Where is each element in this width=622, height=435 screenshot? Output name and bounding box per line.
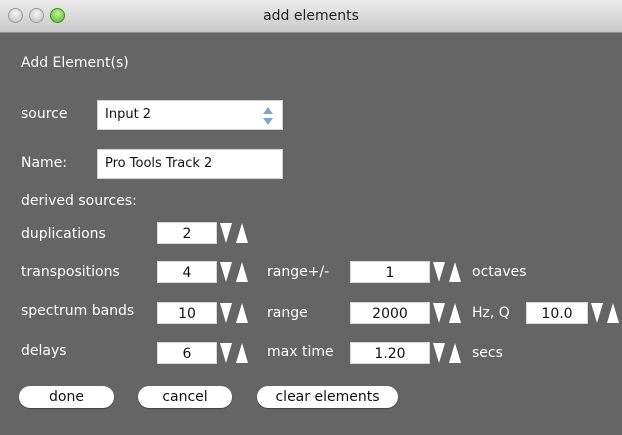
max-time-field[interactable]: 1.20	[350, 342, 430, 364]
duplications-field[interactable]: 2	[157, 222, 217, 244]
clear-elements-button[interactable]: clear elements	[257, 386, 398, 408]
dialog-heading: Add Element(s)	[21, 55, 129, 71]
title-bar[interactable]: add elements	[0, 0, 622, 33]
max-time-label: max time	[267, 344, 334, 360]
duplications-label: duplications	[21, 226, 106, 242]
name-label: Name:	[21, 155, 68, 171]
done-button[interactable]: done	[19, 386, 114, 408]
q-field[interactable]: 10.0	[526, 302, 588, 324]
range-stepper-icon[interactable]	[432, 301, 462, 325]
window-title: add elements	[263, 8, 359, 24]
derived-sources-label: derived sources:	[21, 193, 137, 209]
delays-label: delays	[21, 343, 67, 359]
source-popup-value: Input 2	[105, 107, 152, 122]
transpositions-stepper-icon[interactable]	[219, 260, 249, 284]
dialog-content: Add Element(s) source Input 2 Name: Pro …	[0, 33, 622, 435]
duplications-stepper-icon[interactable]	[219, 221, 249, 245]
octaves-unit-label: octaves	[472, 264, 527, 280]
cancel-button[interactable]: cancel	[138, 386, 232, 408]
range-plusminus-field[interactable]: 1	[350, 261, 430, 283]
spectrum-bands-field[interactable]: 10	[157, 302, 217, 324]
delays-stepper-icon[interactable]	[219, 341, 249, 365]
source-popup[interactable]: Input 2	[97, 100, 283, 130]
popup-arrows-icon	[263, 107, 273, 125]
range-plusminus-stepper-icon[interactable]	[432, 260, 462, 284]
add-elements-window: add elements Add Element(s) source Input…	[0, 0, 622, 435]
spectrum-bands-label: spectrum bands	[21, 303, 135, 319]
transpositions-label: transpositions	[21, 264, 120, 280]
delays-field[interactable]: 6	[157, 342, 217, 364]
name-field[interactable]: Pro Tools Track 2	[97, 149, 283, 179]
q-stepper-icon[interactable]	[590, 301, 620, 325]
transpositions-field[interactable]: 4	[157, 261, 217, 283]
hz-q-unit-label: Hz, Q	[472, 305, 510, 321]
range-field[interactable]: 2000	[350, 302, 430, 324]
max-time-stepper-icon[interactable]	[432, 341, 462, 365]
range-label: range	[267, 305, 308, 321]
secs-unit-label: secs	[472, 345, 503, 361]
spectrum-bands-stepper-icon[interactable]	[219, 301, 249, 325]
range-plusminus-label: range+/-	[267, 264, 330, 280]
source-label: source	[21, 106, 68, 122]
